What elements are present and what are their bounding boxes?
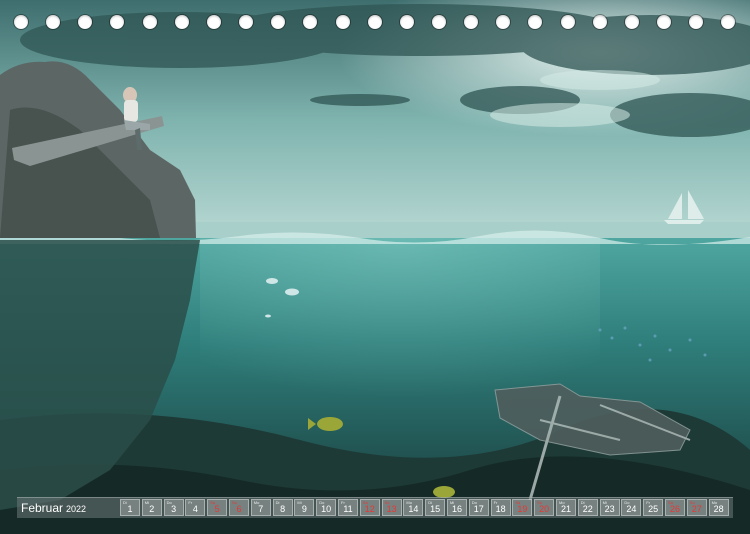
day-number: 24 (626, 504, 637, 514)
day-cell: So 20 (534, 499, 555, 516)
day-number: 2 (149, 504, 155, 514)
binding-hole (624, 15, 639, 29)
day-cell: Mo 21 (556, 499, 576, 516)
day-cell: Fr 18 (490, 499, 511, 516)
day-cell: Mi 2 (141, 499, 162, 516)
binding-hole (657, 15, 671, 29)
day-cell: Mo 14 (403, 499, 424, 516)
day-number: 11 (343, 504, 353, 514)
binding-hole (78, 15, 93, 29)
day-number: 9 (301, 504, 307, 514)
day-number: 26 (669, 504, 680, 514)
month-name: Februar (21, 501, 64, 515)
month-label: Februar 2022 (21, 501, 86, 515)
day-number: 4 (192, 504, 198, 514)
binding-hole (335, 15, 350, 29)
binding-hole (14, 15, 28, 29)
day-number: 5 (214, 504, 220, 514)
day-number: 7 (258, 504, 264, 514)
day-cell: Di 8 (272, 499, 293, 516)
day-cell: Fr 4 (185, 499, 206, 516)
calendar-page: Februar 2022 Di 1 Mi 2 Do 3 Fr 4 Sa 5 So 6 Mo 7 Di 8 Mi 9 D… (0, 0, 750, 534)
day-number: 8 (280, 504, 286, 514)
day-number: 18 (495, 504, 506, 514)
calendar-strip: Februar 2022 Di 1 Mi 2 Do 3 Fr 4 Sa 5 So 6 Mo 7 Di 8 Mi 9 D… (17, 497, 733, 518)
binding-hole (464, 15, 479, 29)
binding-hole (592, 15, 607, 29)
day-number: 20 (539, 504, 550, 514)
binding-hole (142, 15, 157, 29)
binding-hole (303, 15, 318, 29)
day-cell: Mi 9 (294, 499, 315, 516)
binding-hole (560, 15, 575, 29)
day-cell: Fr 25 (643, 499, 664, 516)
binding-hole (174, 15, 189, 29)
day-number: 15 (430, 504, 441, 514)
day-cell: Di 15 (425, 499, 446, 516)
day-cell: Mi 23 (599, 499, 620, 516)
day-cell: Di 22 (577, 499, 598, 516)
day-number: 14 (408, 504, 419, 514)
day-number: 25 (648, 504, 659, 514)
day-cell: Sa 5 (207, 499, 228, 516)
day-cell: Sa 12 (359, 499, 380, 516)
day-number: 19 (517, 504, 528, 514)
day-number: 16 (451, 504, 462, 514)
binding-hole (46, 15, 61, 29)
year-label: 2022 (66, 504, 87, 514)
day-number: 23 (604, 504, 615, 514)
day-number: 3 (171, 504, 177, 514)
binding-holes (0, 0, 750, 40)
day-cell: Do 24 (621, 499, 642, 516)
day-cell: Di 1 (120, 499, 140, 516)
day-number: 22 (582, 504, 593, 514)
day-number: 21 (560, 504, 571, 514)
day-cell: Fr 11 (338, 499, 358, 516)
day-cell: So 13 (381, 499, 402, 516)
day-number: 1 (127, 504, 133, 514)
binding-hole (271, 15, 286, 29)
day-cell: Do 10 (316, 499, 337, 516)
day-cell: Sa 26 (665, 499, 685, 516)
day-number: 12 (364, 504, 375, 514)
day-cell: Do 17 (468, 499, 489, 516)
binding-hole (431, 15, 446, 29)
binding-hole (689, 15, 704, 29)
day-cell: So 6 (229, 499, 249, 516)
day-cell: Mo 28 (708, 499, 729, 516)
binding-hole (528, 15, 543, 29)
day-cell: So 27 (686, 499, 707, 516)
binding-hole (206, 15, 221, 29)
day-number: 28 (713, 504, 724, 514)
binding-hole (721, 15, 736, 29)
binding-hole (399, 15, 414, 29)
day-cell: Do 3 (163, 499, 184, 516)
binding-hole (239, 15, 254, 29)
day-cell: Mo 7 (250, 499, 271, 516)
day-cell: Sa 19 (512, 499, 533, 516)
day-number: 17 (473, 504, 484, 514)
binding-hole (110, 15, 125, 29)
day-cell: Mi 16 (447, 499, 467, 516)
day-number: 27 (691, 504, 702, 514)
day-number: 10 (321, 504, 332, 514)
underwater-scene-artwork (0, 0, 750, 534)
day-number: 6 (236, 504, 242, 514)
day-number: 13 (386, 504, 397, 514)
binding-hole (496, 15, 511, 29)
binding-hole (367, 15, 382, 29)
